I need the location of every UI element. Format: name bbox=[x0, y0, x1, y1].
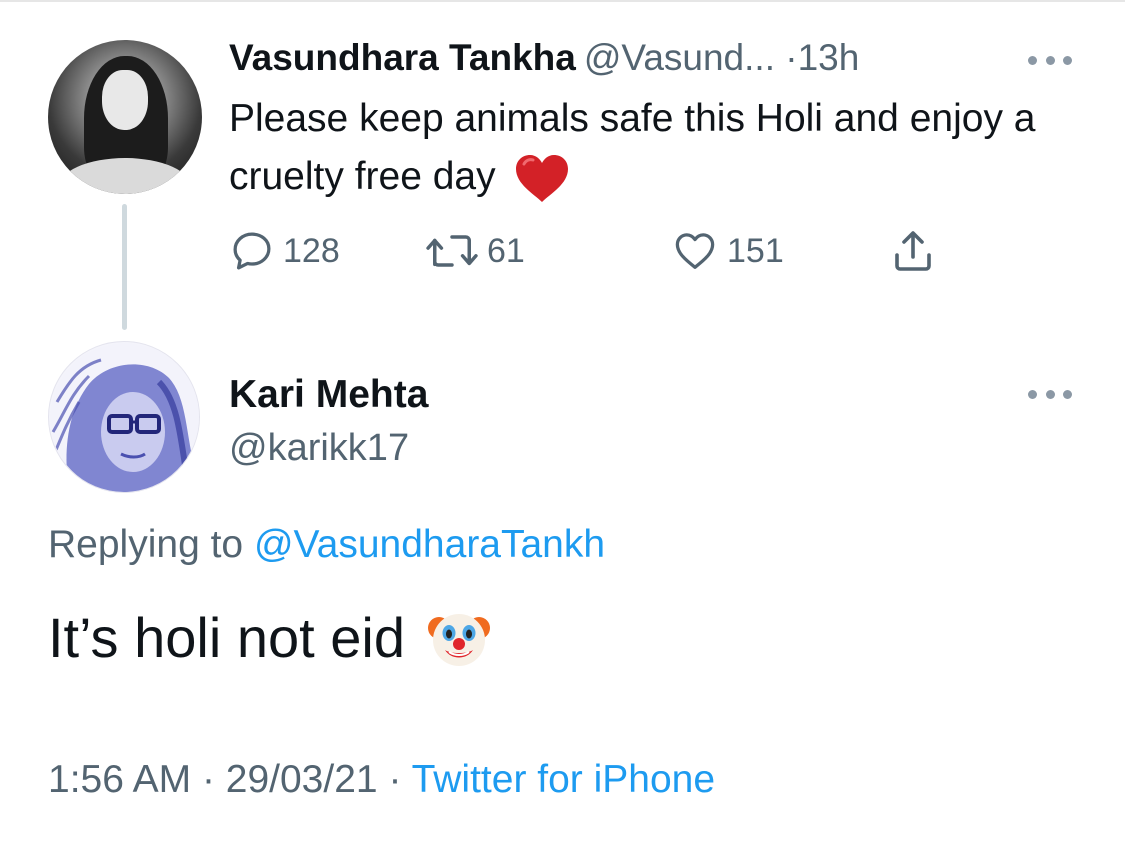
tweet-time[interactable]: 13h bbox=[798, 37, 860, 78]
reply-count: 128 bbox=[283, 231, 340, 270]
tweet-text-body: Please keep animals safe this Holi and e… bbox=[229, 97, 1036, 198]
retweet-button[interactable]: 61 bbox=[425, 224, 525, 278]
avatar[interactable] bbox=[48, 341, 200, 493]
tweet-actions: 128 61 151 bbox=[229, 224, 949, 278]
tweet-header: Vasundhara Tankha @Vasund... ·13h bbox=[229, 34, 859, 82]
tweet-text-body: It’s holi not eid bbox=[48, 606, 405, 669]
more-options-icon[interactable] bbox=[1028, 54, 1072, 66]
tweet-text: Please keep animals safe this Holi and e… bbox=[229, 90, 1069, 206]
separator: · bbox=[785, 37, 798, 78]
tweet-date: 29/03/21 bbox=[225, 758, 378, 801]
red-heart-icon bbox=[516, 154, 569, 202]
replying-to-mention[interactable]: @VasundharaTankh bbox=[254, 523, 605, 566]
tweet-meta: 1:56 AM · 29/03/21 · Twitter for iPhone bbox=[48, 753, 715, 807]
more-options-icon[interactable] bbox=[1028, 388, 1072, 400]
tweet-time: 1:56 AM bbox=[48, 758, 192, 801]
reply-button[interactable]: 128 bbox=[229, 224, 340, 278]
author-handle[interactable]: @karikk17 bbox=[229, 423, 409, 473]
thread-line bbox=[122, 204, 127, 330]
retweet-count: 61 bbox=[487, 231, 525, 270]
like-count: 151 bbox=[727, 231, 784, 270]
retweet-icon bbox=[426, 235, 478, 267]
tweet-text: It’s holi not eid bbox=[48, 602, 491, 674]
separator: · bbox=[388, 758, 402, 801]
author-handle[interactable]: @Vasund... bbox=[584, 37, 775, 78]
author-name[interactable]: Vasundhara Tankha bbox=[229, 37, 576, 78]
tweet-source-link[interactable]: Twitter for iPhone bbox=[412, 758, 715, 801]
share-icon bbox=[895, 231, 931, 271]
avatar[interactable] bbox=[48, 40, 202, 194]
like-button[interactable]: 151 bbox=[671, 224, 784, 278]
share-button[interactable] bbox=[889, 224, 937, 278]
heart-icon bbox=[675, 233, 715, 269]
clown-face-icon bbox=[427, 614, 490, 666]
sketch-portrait-image bbox=[50, 343, 199, 492]
reply-icon bbox=[233, 232, 271, 270]
replying-to-label: Replying to bbox=[48, 523, 244, 566]
top-divider bbox=[0, 0, 1125, 2]
separator: · bbox=[201, 758, 215, 801]
author-name[interactable]: Kari Mehta bbox=[229, 370, 428, 420]
replying-to: Replying to @VasundharaTankh bbox=[48, 518, 605, 572]
